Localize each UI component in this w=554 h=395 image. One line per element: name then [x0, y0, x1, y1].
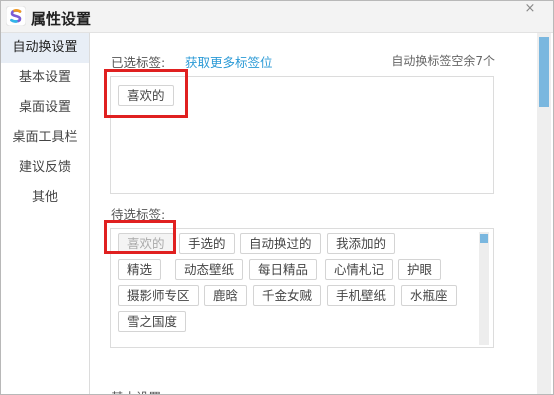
candidate-tags-box: 喜欢的 手选的 自动换过的 我添加的 精选 动态壁纸 每日精品 心情札记 护眼 …	[110, 228, 494, 348]
candidate-scrollbar[interactable]	[479, 232, 489, 345]
sidebar: 自动换设置 基本设置 桌面设置 桌面工具栏 建议反馈 其他	[1, 33, 90, 394]
candidate-tag[interactable]: 手机壁纸	[327, 285, 396, 306]
title-bar: 属性设置 ×	[1, 1, 553, 33]
sidebar-item-feedback[interactable]: 建议反馈	[1, 153, 89, 183]
candidate-tag[interactable]: 水瓶座	[401, 285, 457, 306]
candidate-tag[interactable]: 心情札记	[325, 259, 394, 280]
sidebar-item-basic[interactable]: 基本设置	[1, 63, 89, 93]
remaining-slots-text: 自动换标签空余7个	[391, 54, 495, 68]
candidate-tag[interactable]: 自动换过的	[240, 233, 321, 254]
selected-tags-label: 已选标签:	[111, 55, 166, 70]
basic-settings-heading: 基本设置:	[111, 387, 165, 394]
sidebar-item-desktop-toolbar[interactable]: 桌面工具栏	[1, 123, 89, 153]
main-scrollbar-thumb[interactable]	[539, 37, 549, 107]
candidate-tag[interactable]: 千金女贼	[253, 285, 322, 306]
candidate-tag[interactable]: 雪之国度	[118, 311, 187, 332]
candidate-tag[interactable]: 摄影师专区	[118, 285, 199, 306]
candidate-tag[interactable]: 每日精品	[249, 259, 318, 280]
sidebar-item-auto-change[interactable]: 自动换设置	[1, 33, 89, 63]
candidate-tag[interactable]: 喜欢的	[118, 233, 174, 254]
candidate-tag[interactable]: 手选的	[179, 233, 235, 254]
selected-tags-box: 喜欢的	[110, 76, 494, 194]
sidebar-item-desktop[interactable]: 桌面设置	[1, 93, 89, 123]
app-logo-icon	[6, 6, 26, 26]
sidebar-item-other[interactable]: 其他	[1, 183, 89, 213]
main-scrollbar[interactable]	[537, 33, 551, 394]
close-icon[interactable]: ×	[523, 2, 537, 16]
selected-tag[interactable]: 喜欢的	[118, 85, 174, 106]
settings-window: 属性设置 × 自动换设置 基本设置 桌面设置 桌面工具栏 建议反馈 其他 已选标…	[0, 0, 554, 395]
window-title: 属性设置	[31, 10, 92, 28]
candidate-tag[interactable]: 我添加的	[327, 233, 396, 254]
content-panel: 已选标签: 获取更多标签位 自动换标签空余7个 喜欢的 待选标签: 喜欢的 手选…	[91, 33, 536, 394]
candidate-scrollbar-thumb[interactable]	[480, 234, 488, 243]
get-more-tags-link[interactable]: 获取更多标签位	[185, 52, 273, 71]
candidate-tags-label: 待选标签:	[111, 207, 166, 222]
candidate-tag[interactable]: 护眼	[398, 259, 442, 280]
candidate-tag[interactable]: 精选	[118, 259, 162, 280]
candidate-tag[interactable]: 动态壁纸	[175, 259, 244, 280]
candidate-tag[interactable]: 鹿晗	[204, 285, 248, 306]
